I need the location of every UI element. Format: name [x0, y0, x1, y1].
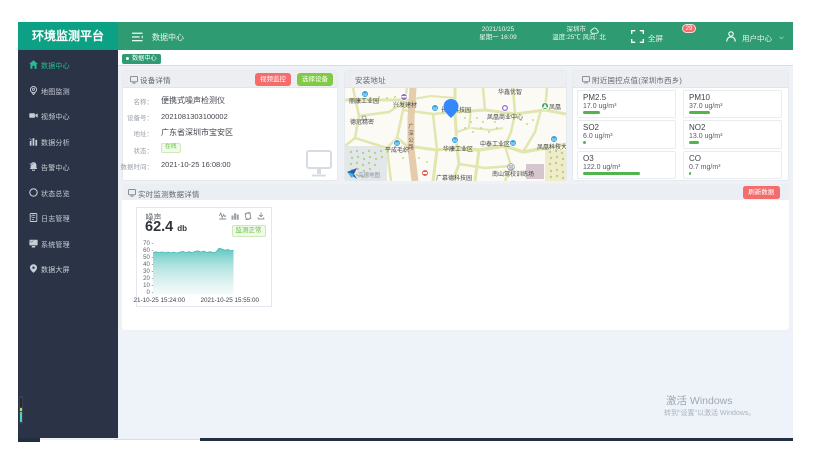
svg-text:驾: 驾 — [508, 164, 513, 171]
svg-text:M: M — [433, 106, 437, 111]
svg-text:广: 广 — [408, 122, 414, 130]
svg-text:M: M — [453, 138, 457, 143]
svg-text:M: M — [363, 92, 367, 97]
svg-text:凤凰商业中心: 凤凰商业中心 — [487, 113, 523, 121]
svg-text:M: M — [395, 141, 399, 146]
svg-text:高德地图: 高德地图 — [358, 171, 381, 179]
svg-text:深: 深 — [408, 129, 414, 137]
svg-text:华鑫优智: 华鑫优智 — [498, 88, 522, 96]
svg-text:广慕德科技园: 广慕德科技园 — [436, 174, 472, 181]
svg-text:中泰工业区: 中泰工业区 — [480, 140, 510, 148]
svg-text:丽康工业园: 丽康工业园 — [349, 97, 379, 105]
svg-text:平成毛织: 平成毛织 — [385, 146, 409, 154]
svg-text:M: M — [511, 141, 515, 146]
svg-text:公: 公 — [408, 138, 414, 144]
svg-text:华康工业区: 华康工业区 — [443, 145, 473, 153]
svg-text:凤凰: 凤凰 — [549, 104, 561, 111]
svg-text:凤凰科技大: 凤凰科技大 — [537, 143, 566, 151]
svg-text:路: 路 — [408, 143, 414, 151]
svg-text:M: M — [552, 137, 556, 142]
svg-text:兴发建材: 兴发建材 — [393, 101, 417, 109]
